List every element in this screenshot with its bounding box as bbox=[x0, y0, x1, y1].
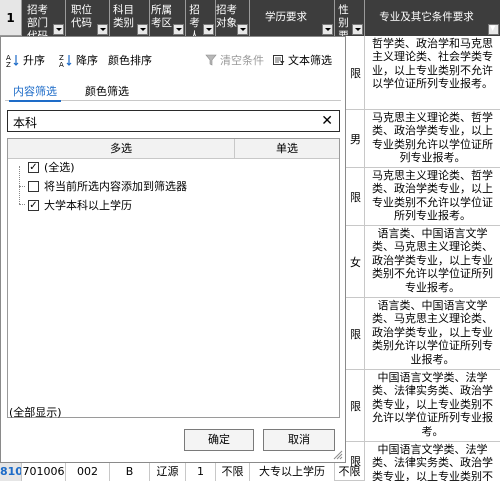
clear-filter-icon bbox=[205, 54, 217, 66]
filter-active-icon[interactable] bbox=[488, 24, 499, 35]
filter-tabs: 内容筛选 颜色筛选 bbox=[5, 83, 341, 102]
list-item-bachelor[interactable]: ✓ 大学本科以上学历 bbox=[28, 196, 132, 214]
table-cell[interactable]: 002 bbox=[66, 463, 110, 481]
header-target[interactable]: 招考 对象 bbox=[216, 0, 250, 36]
filter-dropdown-button[interactable] bbox=[97, 24, 108, 35]
filter-panel: A Z 升序 Z A 降序 颜色排序 清空条件 文本筛选 内容筛选 颜色筛选 本… bbox=[0, 36, 346, 463]
text-filter-button[interactable]: 文本筛选 bbox=[273, 50, 332, 70]
filter-dropdown-button[interactable] bbox=[203, 24, 214, 35]
header-label: 科目 类别 bbox=[113, 4, 134, 29]
tab-content-filter[interactable]: 内容筛选 bbox=[9, 83, 61, 102]
requirement-cell[interactable]: 马克思主义理论类、哲学类、政治学类专业，以上专业类别不允许以学位证所列专业报考。 bbox=[365, 168, 500, 226]
header-requirements[interactable]: 专业及其它条件要求 bbox=[365, 0, 500, 36]
table-cell[interactable]: 701006 bbox=[22, 463, 66, 481]
requirement-cell[interactable]: 语言类、中国语言文学类、马克思主义理论类、政治学类专业，以上专业类别允许以学位证… bbox=[365, 298, 500, 370]
column-single-select[interactable]: 单选 bbox=[235, 139, 339, 159]
list-item-label: (全选) bbox=[44, 161, 75, 174]
header-label: 所属 考区 bbox=[151, 4, 172, 29]
svg-text:Z: Z bbox=[6, 61, 11, 67]
table-cell[interactable]: B bbox=[110, 463, 150, 481]
cancel-button[interactable]: 取消 bbox=[263, 429, 335, 451]
list-item-label: 大学本科以上学历 bbox=[44, 199, 132, 212]
header-label: 职位 代码 bbox=[71, 4, 92, 29]
requirement-cell[interactable]: 中国语言文学类、法学类、法律实务类、政治学类专业，以上专业类别不允许以学位证所列… bbox=[365, 370, 500, 442]
filter-dropdown-button[interactable] bbox=[137, 24, 148, 35]
sort-by-color-label: 颜色排序 bbox=[108, 54, 152, 67]
requirement-cell[interactable]: 马克思主义理论类、哲学类、政治学类专业，以上专业类别允许以学位证所列专业报考。 bbox=[365, 110, 500, 168]
ok-button[interactable]: 确定 bbox=[184, 429, 254, 451]
sort-ascending-label: 升序 bbox=[23, 54, 45, 67]
tab-color-filter[interactable]: 颜色筛选 bbox=[81, 83, 133, 101]
filter-search-input[interactable]: 本科 ✕ bbox=[7, 110, 340, 132]
list-item-select-all[interactable]: ✓ (全选) bbox=[28, 158, 75, 176]
header-gender[interactable]: 性别 要求 bbox=[335, 0, 365, 36]
column-multi-select[interactable]: 多选 bbox=[8, 139, 235, 159]
search-input-value: 本科 bbox=[13, 116, 38, 130]
header-position-code[interactable]: 职位 代码 bbox=[66, 0, 110, 36]
show-all-label[interactable]: (全部显示) bbox=[9, 404, 62, 420]
tree-line bbox=[19, 204, 25, 205]
header-label: 性别 要求 bbox=[338, 4, 349, 36]
checkbox-unchecked-icon[interactable] bbox=[28, 180, 39, 192]
filter-dropdown-button[interactable] bbox=[173, 24, 184, 35]
list-item-label: 将当前所选内容添加到筛选器 bbox=[44, 180, 187, 193]
filter-value-list: 多选 单选 ✓ (全选) 将当前所选内容添加到筛选器 ✓ 大学本科以上学历 bbox=[7, 138, 340, 418]
filter-dropdown-button[interactable] bbox=[237, 24, 248, 35]
sort-ascending-icon: A Z bbox=[6, 54, 19, 67]
row-number-header[interactable]: 1 bbox=[0, 0, 22, 36]
header-education[interactable]: 学历要求 bbox=[250, 0, 335, 36]
tree-line bbox=[19, 186, 25, 187]
sort-by-color-button[interactable]: 颜色排序 bbox=[108, 50, 152, 70]
sort-descending-button[interactable]: Z A 降序 bbox=[59, 50, 98, 70]
header-dept-code[interactable]: 招考部门 代码 bbox=[22, 0, 66, 36]
header-label: 学历要求 bbox=[265, 11, 307, 23]
header-label: 招考 对象 bbox=[216, 4, 237, 29]
requirement-cell[interactable]: 语言类、中国语言文学类、马克思主义理论类、政治学类专业，以上专业类别不允许以学位… bbox=[365, 226, 500, 298]
clear-filter-button[interactable]: 清空条件 bbox=[205, 50, 264, 70]
sort-ascending-button[interactable]: A Z 升序 bbox=[6, 50, 45, 70]
text-filter-icon bbox=[273, 55, 285, 65]
sort-descending-icon: Z A bbox=[59, 54, 72, 67]
filter-dropdown-button[interactable] bbox=[53, 24, 64, 35]
requirement-cell[interactable]: 中国语言文学类、法学类、法律实务类、政治学类专业，以上专业类别不允许以学位证所列… bbox=[365, 442, 500, 481]
filter-dropdown-button[interactable] bbox=[352, 24, 363, 35]
table-cell[interactable]: 不限 bbox=[335, 463, 365, 481]
svg-text:A: A bbox=[59, 61, 64, 67]
filter-dropdown-button[interactable] bbox=[322, 24, 333, 35]
header-label: 招考 人数 bbox=[189, 4, 200, 36]
requirement-cell[interactable]: 哲学类、政治学和马克思主义理论类、社会学类专业，以上专业类别不允许以学位证所列专… bbox=[365, 36, 500, 110]
tree-line bbox=[19, 166, 20, 204]
clear-search-icon[interactable]: ✕ bbox=[321, 112, 333, 130]
table-cell[interactable]: 不限 bbox=[216, 463, 250, 481]
header-label: 专业及其它条件要求 bbox=[379, 11, 474, 23]
table-cell[interactable]: 1 bbox=[186, 463, 216, 481]
header-exam-region[interactable]: 所属 考区 bbox=[150, 0, 186, 36]
header-headcount[interactable]: 招考 人数 bbox=[186, 0, 216, 36]
clear-filter-label: 清空条件 bbox=[220, 54, 264, 67]
resize-grip-icon[interactable] bbox=[333, 450, 343, 460]
table-cell[interactable]: 大专以上学历 bbox=[250, 463, 335, 481]
text-filter-label: 文本筛选 bbox=[288, 54, 332, 67]
list-item-add-to-filter[interactable]: 将当前所选内容添加到筛选器 bbox=[28, 177, 187, 195]
header-subject-category[interactable]: 科目 类别 bbox=[110, 0, 150, 36]
checkbox-checked-icon[interactable]: ✓ bbox=[28, 161, 39, 173]
sort-descending-label: 降序 bbox=[76, 54, 98, 67]
checkbox-checked-icon[interactable]: ✓ bbox=[28, 199, 39, 211]
row-number[interactable]: 810 bbox=[0, 463, 22, 481]
header-label: 招考部门 代码 bbox=[27, 4, 48, 36]
table-cell[interactable]: 辽源 bbox=[150, 463, 186, 481]
